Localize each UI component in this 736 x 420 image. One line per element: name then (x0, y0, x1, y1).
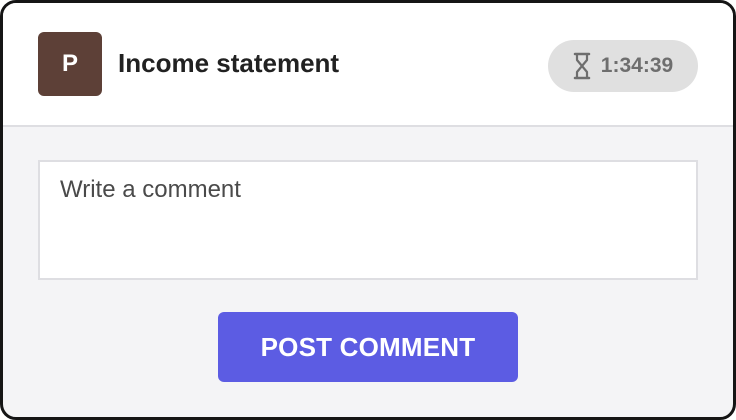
comment-card: P Income statement 1:34:39 POST COMMENT (0, 0, 736, 420)
timer-value: 1:34:39 (600, 54, 674, 77)
comment-input[interactable] (40, 162, 696, 278)
timer-badge: 1:34:39 (548, 40, 698, 92)
avatar: P (38, 32, 102, 96)
comment-box (38, 160, 698, 280)
page-title: Income statement (118, 48, 340, 78)
post-comment-button[interactable]: POST COMMENT (218, 312, 518, 382)
card-header: P Income statement 1:34:39 (3, 3, 733, 127)
hourglass-icon (573, 52, 591, 80)
